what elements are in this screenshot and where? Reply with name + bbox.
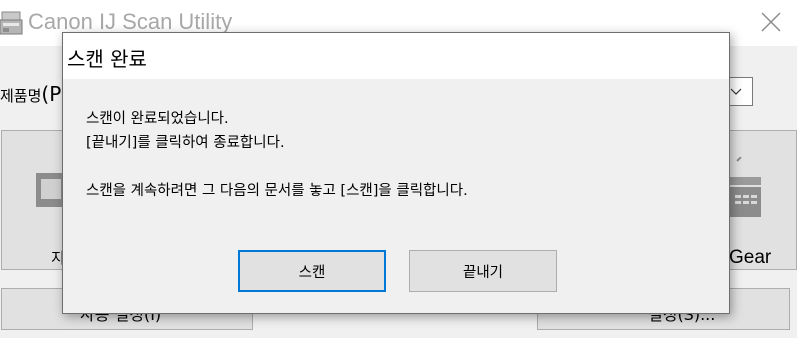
message-scan-complete: 스캔이 완료되었습니다. xyxy=(86,111,229,127)
dialog-body: 스캔이 완료되었습니다. [끝내기]를 클릭하여 종료합니다. 스캔을 계속하려… xyxy=(63,79,729,313)
scan-complete-dialog: 스캔 완료 스캔이 완료되었습니다. [끝내기]를 클릭하여 종료합니다. 스캔… xyxy=(62,32,730,314)
dialog-title: 스캔 완료 xyxy=(67,47,147,71)
dialog-titlebar[interactable]: 스캔 완료 xyxy=(63,33,729,79)
product-name-value: (P xyxy=(41,82,62,106)
tile-right-label: Gear xyxy=(729,247,772,268)
message-click-finish: [끝내기]를 클릭하여 종료합니다. xyxy=(86,135,285,151)
scangear-icon xyxy=(729,156,769,223)
message-continue-scan: 스캔을 계속하려면 그 다음의 문서를 놓고 [스캔]을 클릭합니다. xyxy=(86,183,468,199)
product-name-text: 제품명 xyxy=(0,87,42,105)
scan-button[interactable]: 스캔 xyxy=(238,250,386,292)
document-tile-button[interactable]: 지 xyxy=(1,130,71,270)
chevron-down-icon xyxy=(729,84,743,103)
finish-button[interactable]: 끝내기 xyxy=(409,250,557,292)
close-icon[interactable] xyxy=(750,6,790,40)
scanner-icon xyxy=(0,8,24,38)
scangear-tile-button[interactable]: Gear xyxy=(728,130,797,270)
product-name-label: 제품명(P xyxy=(0,82,61,106)
